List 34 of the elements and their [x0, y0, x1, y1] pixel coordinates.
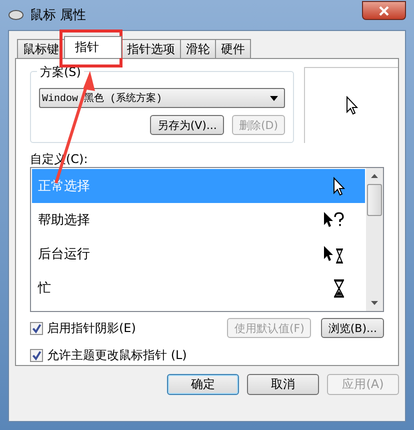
- window-title: 鼠标 属性: [30, 7, 86, 24]
- mouse-icon: [8, 9, 24, 21]
- cursor-row[interactable]: 后台运行: [32, 237, 365, 271]
- tab[interactable]: 滑轮: [180, 39, 216, 58]
- arrow-cursor-icon: [346, 96, 358, 115]
- help-cursor-icon: [323, 210, 345, 230]
- tab[interactable]: 指针选项: [121, 39, 181, 58]
- tab[interactable]: 指针: [64, 36, 122, 58]
- scheme-dropdown[interactable]: Window 黑色 (系统方案): [39, 88, 285, 108]
- scroll-up-icon: [371, 174, 378, 178]
- list-button[interactable]: 浏览(B)...: [321, 318, 384, 338]
- dialog-button[interactable]: 取消: [247, 374, 319, 395]
- busy-arrow-icon: [323, 244, 345, 264]
- tab[interactable]: 硬件: [215, 39, 251, 58]
- checkbox[interactable]: [30, 348, 43, 362]
- cursor-row[interactable]: 忙: [32, 271, 365, 305]
- scheme-button[interactable]: 另存为(V)...: [150, 115, 224, 135]
- scroll-down-icon: [371, 301, 378, 305]
- highlight-frame: [60, 30, 122, 68]
- scroll-thumb[interactable]: [367, 184, 382, 216]
- close-icon: [379, 6, 389, 16]
- tab[interactable]: 鼠标键: [17, 39, 65, 58]
- scrollbar[interactable]: [366, 168, 383, 311]
- arrow-cursor-icon: [333, 176, 345, 196]
- dialog-button[interactable]: 确定: [167, 374, 239, 395]
- checkbox-label: 启用指针阴影(E): [47, 320, 136, 336]
- dropdown-arrow-icon: [270, 96, 278, 100]
- cursor-row[interactable]: 帮助选择: [32, 203, 365, 237]
- group-label: 方案(S): [37, 64, 84, 81]
- checkbox-label: 允许主题更改鼠标指针 (L): [47, 346, 187, 364]
- hourglass-icon: [333, 278, 345, 298]
- close-button[interactable]: [362, 1, 406, 20]
- checkbox[interactable]: [30, 322, 43, 334]
- dropdown-value: Window 黑色 (系统方案): [42, 92, 162, 105]
